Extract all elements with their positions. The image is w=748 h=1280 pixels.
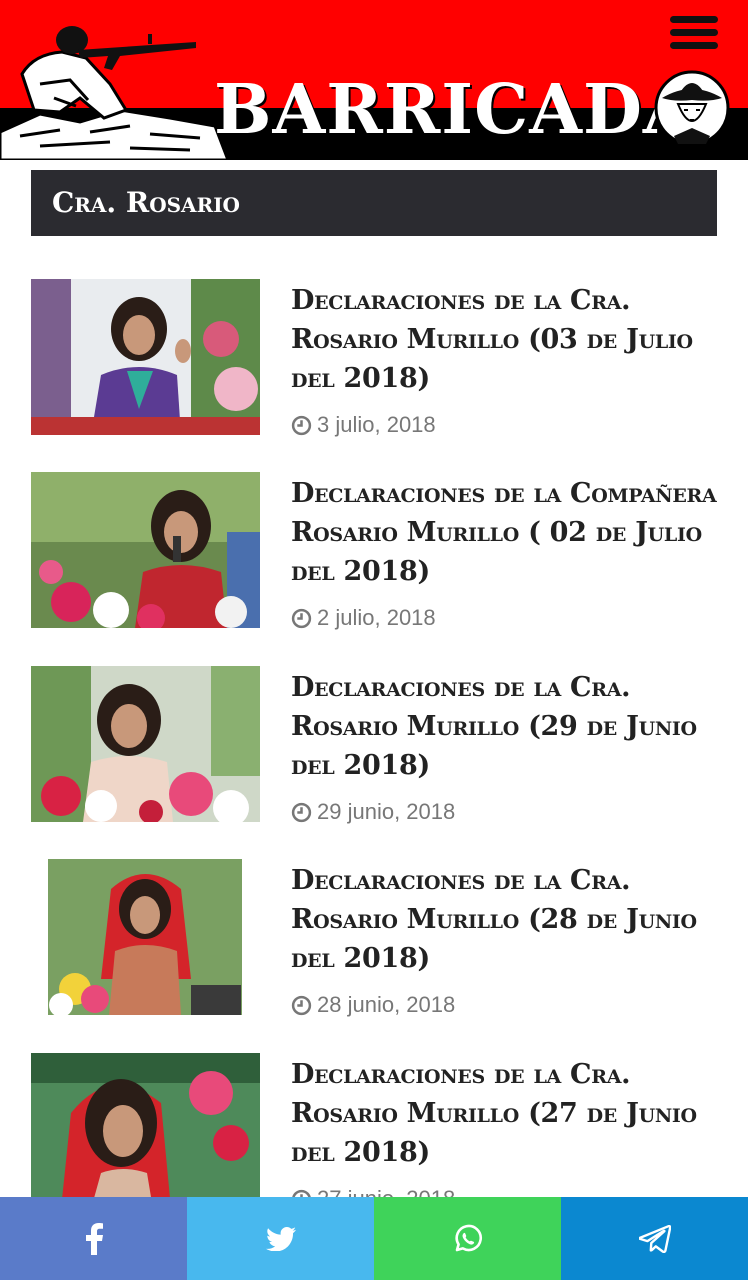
facebook-icon: [85, 1222, 103, 1255]
article-item[interactable]: Declaraciones de la Compañera Rosario Mu…: [31, 472, 717, 632]
article-item[interactable]: Declaraciones de la Cra. Rosario Murillo…: [31, 859, 717, 1019]
article-date: 2 julio, 2018: [291, 604, 436, 632]
social-share-bar: [0, 1197, 748, 1280]
article-date: 28 junio, 2018: [291, 991, 455, 1019]
category-title: Cra. Rosario: [31, 170, 717, 236]
site-header: BARRICADA: [0, 0, 748, 160]
share-whatsapp-button[interactable]: [374, 1197, 561, 1280]
article-title[interactable]: Declaraciones de la Cra. Rosario Murillo…: [291, 1055, 721, 1172]
article-thumbnail[interactable]: [31, 472, 260, 628]
article-item[interactable]: Declaraciones de la Cra. Rosario Murillo…: [31, 666, 717, 826]
article-item[interactable]: Declaraciones de la Cra. Rosario Murillo…: [31, 279, 717, 439]
whatsapp-icon: [454, 1224, 482, 1251]
fighter-illustration-logo: [0, 26, 230, 160]
article-date: 29 junio, 2018: [291, 798, 455, 826]
article-thumbnail[interactable]: [31, 666, 260, 822]
clock-icon: [291, 802, 312, 822]
article-date-text: 28 junio, 2018: [317, 992, 456, 1017]
article-thumbnail[interactable]: [31, 279, 260, 435]
article-title[interactable]: Declaraciones de la Cra. Rosario Murillo…: [291, 861, 721, 978]
brand-title[interactable]: BARRICADA: [214, 70, 697, 150]
hamburger-menu-icon[interactable]: [670, 16, 718, 54]
clock-icon: [291, 995, 312, 1015]
article-date-text: 29 junio, 2018: [317, 799, 456, 824]
article-item[interactable]: Declaraciones de la Cra. Rosario Murillo…: [31, 1053, 717, 1213]
article-date: 3 julio, 2018: [291, 411, 436, 439]
share-facebook-button[interactable]: [0, 1197, 187, 1280]
telegram-icon: [638, 1224, 671, 1253]
share-telegram-button[interactable]: [561, 1197, 748, 1280]
article-title[interactable]: Declaraciones de la Compañera Rosario Mu…: [291, 474, 721, 591]
clock-icon: [291, 415, 312, 435]
article-title[interactable]: Declaraciones de la Cra. Rosario Murillo…: [291, 668, 721, 785]
sandino-portrait-logo: [654, 70, 730, 146]
clock-icon: [291, 608, 312, 628]
share-twitter-button[interactable]: [187, 1197, 374, 1280]
article-thumbnail[interactable]: [31, 859, 260, 1015]
article-date-text: 2 julio, 2018: [317, 605, 436, 630]
article-date-text: 3 julio, 2018: [317, 412, 436, 437]
article-thumbnail[interactable]: [31, 1053, 260, 1209]
article-title[interactable]: Declaraciones de la Cra. Rosario Murillo…: [291, 281, 721, 398]
twitter-icon: [265, 1226, 296, 1251]
